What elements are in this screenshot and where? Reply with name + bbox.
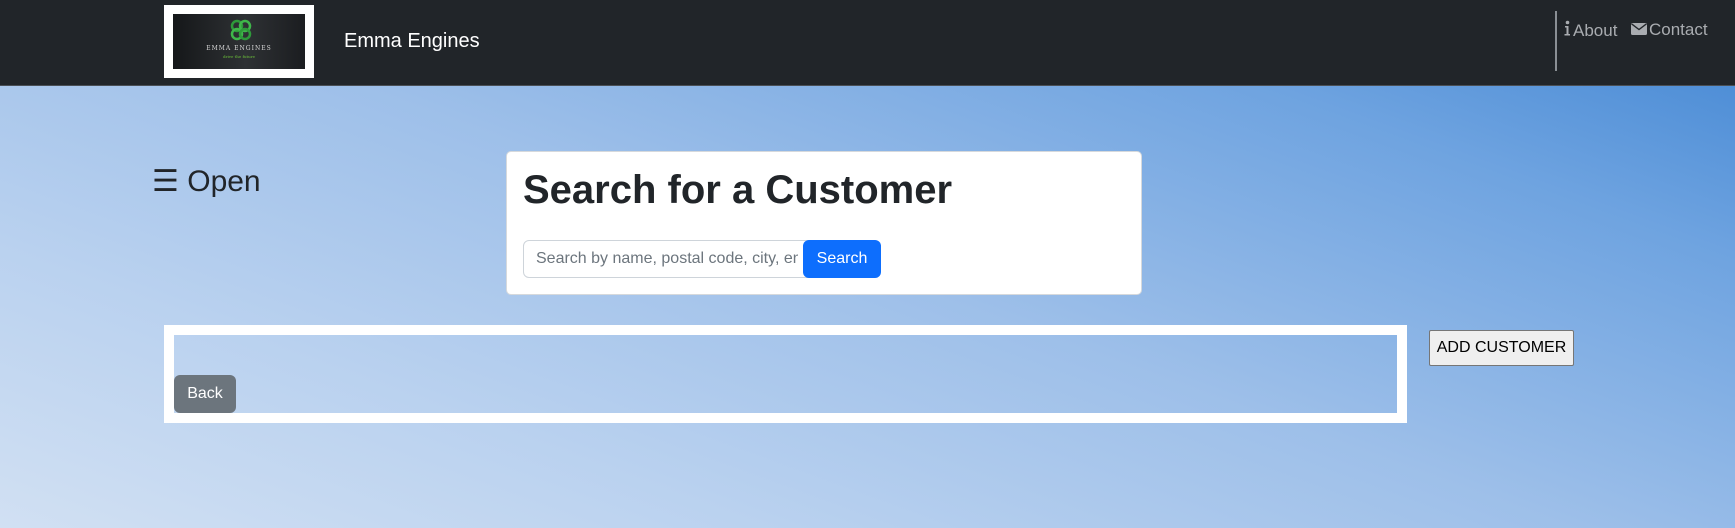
sidebar-open-toggle[interactable]: ☰ Open: [152, 164, 261, 199]
envelope-icon: [1631, 20, 1647, 40]
back-button[interactable]: Back: [174, 375, 236, 413]
search-title: Search for a Customer: [523, 168, 953, 212]
logo-knot-icon: [230, 19, 252, 41]
logo-tagline: drive the future: [223, 54, 255, 59]
search-card: Search for a Customer Search: [506, 151, 1142, 295]
info-icon: [1563, 20, 1571, 41]
nav-link-contact[interactable]: Contact: [1631, 20, 1708, 40]
nav-contact-label: Contact: [1649, 20, 1708, 39]
brand-name[interactable]: Emma Engines: [344, 30, 480, 53]
nav-about-label: About: [1573, 20, 1618, 40]
nav-divider: [1555, 11, 1557, 71]
add-customer-button[interactable]: ADD CUSTOMER: [1429, 330, 1574, 366]
brand-logo[interactable]: EMMA ENGINES drive the future: [164, 5, 314, 78]
top-navbar: EMMA ENGINES drive the future Emma Engin…: [0, 0, 1735, 86]
search-button[interactable]: Search: [803, 240, 881, 278]
logo-image: EMMA ENGINES drive the future: [173, 14, 305, 69]
logo-wordmark: EMMA ENGINES: [206, 45, 272, 52]
results-panel: [164, 325, 1407, 423]
customer-search-input[interactable]: [523, 240, 811, 278]
nav-link-about[interactable]: About: [1563, 20, 1617, 41]
